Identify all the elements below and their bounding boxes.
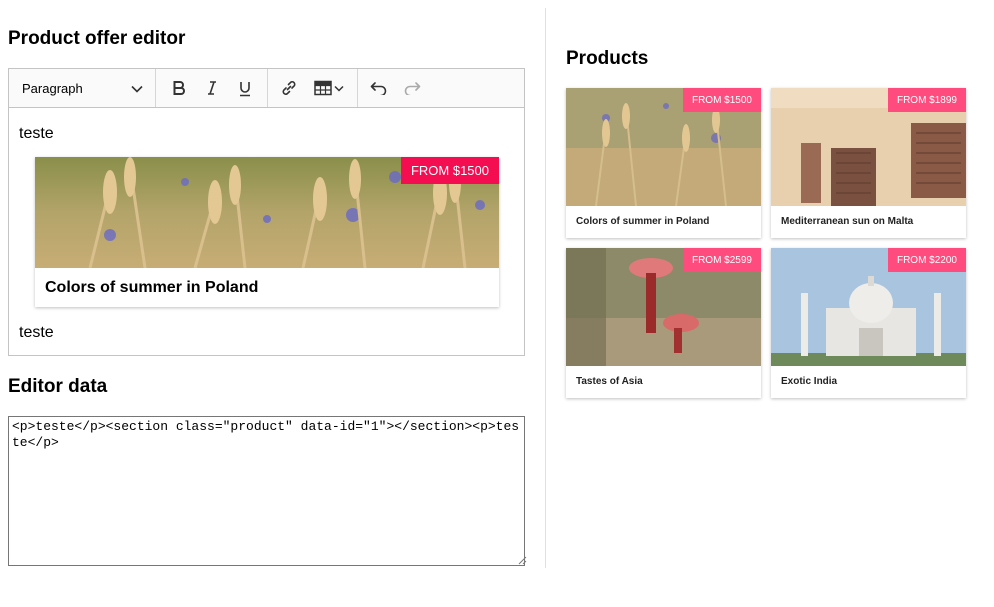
redo-button[interactable] xyxy=(395,72,428,104)
chevron-down-icon xyxy=(334,85,344,92)
table-icon xyxy=(314,80,334,96)
product-name: Tastes of Asia xyxy=(576,376,643,387)
link-icon xyxy=(280,79,298,97)
product-price-badge: FROM $1500 xyxy=(682,88,761,112)
insert-group xyxy=(268,69,358,107)
italic-button[interactable] xyxy=(195,72,228,104)
underline-icon xyxy=(237,80,253,97)
link-button[interactable] xyxy=(272,72,305,104)
product-price-badge: FROM $1899 xyxy=(887,88,966,112)
product-card[interactable]: FROM $2599 Tastes of Asia xyxy=(566,248,761,398)
product-name: Exotic India xyxy=(781,376,838,387)
bold-button[interactable] xyxy=(162,72,195,104)
heading-dropdown-label: Paragraph xyxy=(22,80,83,96)
italic-icon xyxy=(204,80,220,96)
product-card[interactable]: FROM $1500 Colors of summer in Poland xyxy=(566,88,761,238)
heading-dropdown[interactable]: Paragraph xyxy=(9,69,156,107)
product-image: FROM $2599 xyxy=(566,248,761,366)
history-group xyxy=(358,69,432,107)
embedded-product-price: FROM $1500 xyxy=(400,157,499,184)
editor-toolbar: Paragraph xyxy=(8,68,525,108)
paragraph-after[interactable]: teste xyxy=(19,324,54,342)
editor-data-title: Editor data xyxy=(8,376,108,397)
embedded-product-widget[interactable]: FROM $1500 Colors of summer in Poland xyxy=(35,157,499,307)
product-card[interactable]: FROM $1899 Mediterranean sun on Malta xyxy=(771,88,966,238)
editor-content-area[interactable]: teste FROM $1500 Colors of summer in Pol… xyxy=(8,107,525,356)
products-title: Products xyxy=(566,48,649,69)
panel-divider xyxy=(545,8,546,568)
embedded-product-name: Colors of summer in Poland xyxy=(45,279,259,296)
bold-icon xyxy=(171,80,187,96)
product-price-badge: FROM $2599 xyxy=(682,248,761,272)
embedded-product-image: FROM $1500 xyxy=(35,157,499,268)
editor-data-textarea[interactable]: <p>teste</p><section class="product" dat… xyxy=(8,416,525,566)
chevron-down-icon xyxy=(131,81,143,96)
product-name: Mediterranean sun on Malta xyxy=(781,216,914,227)
product-image: FROM $1899 xyxy=(771,88,966,206)
product-image: FROM $2200 xyxy=(771,248,966,366)
editor-title: Product offer editor xyxy=(8,28,186,49)
undo-icon xyxy=(370,81,388,95)
redo-icon xyxy=(403,81,421,95)
underline-button[interactable] xyxy=(228,72,261,104)
paragraph-before[interactable]: teste xyxy=(19,125,54,143)
product-image: FROM $1500 xyxy=(566,88,761,206)
product-name: Colors of summer in Poland xyxy=(576,216,710,227)
resize-grip-icon[interactable] xyxy=(517,552,527,565)
product-price-badge: FROM $2200 xyxy=(887,248,966,272)
undo-button[interactable] xyxy=(362,72,395,104)
format-group xyxy=(156,69,268,107)
insert-table-button[interactable] xyxy=(305,72,353,104)
product-card[interactable]: FROM $2200 Exotic India xyxy=(771,248,966,398)
